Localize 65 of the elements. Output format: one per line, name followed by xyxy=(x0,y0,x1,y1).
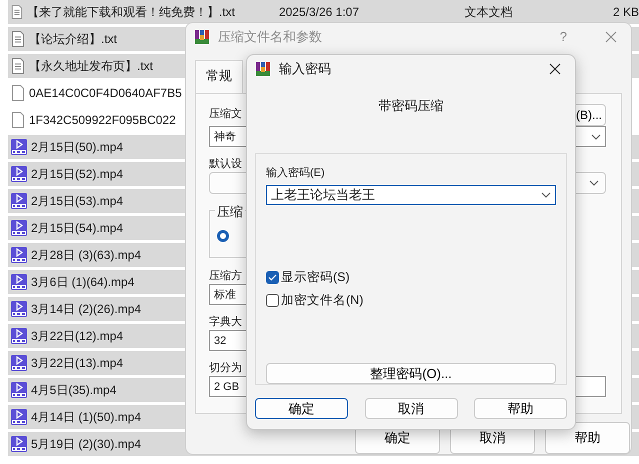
video-file-icon xyxy=(11,409,27,425)
text-file-icon xyxy=(11,31,25,47)
blank-file-icon xyxy=(11,85,25,101)
dialog-button[interactable]: 取消 xyxy=(364,398,458,419)
books-icon xyxy=(255,61,271,77)
file-name: 3月14日 (2)(26).mp4 xyxy=(31,301,142,317)
text-file-icon xyxy=(11,58,25,74)
file-name: 5月19日 (2)(30).mp4 xyxy=(31,436,142,452)
file-name: 【论坛介绍】.txt xyxy=(29,31,118,47)
books-icon xyxy=(194,28,210,45)
field-label: 默认设 xyxy=(209,156,242,172)
text-file-icon xyxy=(11,4,23,20)
file-name: 2月28日 (3)(63).mp4 xyxy=(31,247,142,263)
file-name: 4月14日 (1)(50).mp4 xyxy=(31,409,142,425)
chevron-icon xyxy=(589,180,599,186)
file-name: 2月15日(50).mp4 xyxy=(31,139,124,155)
video-file-icon xyxy=(11,355,27,371)
dialog-button[interactable]: 帮助 xyxy=(474,398,567,419)
file-date: 2025/3/26 1:07 xyxy=(278,5,360,19)
file-name: 1F342C509922F095BC022 xyxy=(29,112,177,128)
file-type: 文本文档 xyxy=(464,4,514,20)
window-title: 压缩文件名和参数 xyxy=(218,28,323,46)
file-name: 2月15日(53).mp4 xyxy=(31,193,124,209)
video-file-icon xyxy=(11,247,27,263)
checkbox[interactable]: 加密文件名(N) xyxy=(266,292,556,309)
radio-button[interactable] xyxy=(217,230,229,242)
blank-file-icon xyxy=(11,112,25,128)
field-label: 输入密码(E) xyxy=(266,166,325,182)
dialog-button[interactable]: 确定 xyxy=(255,398,348,419)
checkbox-box[interactable] xyxy=(266,271,279,284)
video-file-icon xyxy=(11,220,27,236)
field-label: 压缩方 xyxy=(209,268,242,284)
video-file-icon xyxy=(11,328,27,344)
field-label: 压缩文 xyxy=(209,106,242,122)
chevron-icon xyxy=(591,134,601,140)
field-label: 字典大 xyxy=(209,314,242,330)
file-name: 3月22日(12).mp4 xyxy=(31,328,124,344)
file-name: 【来了就能下载和观看！纯免费！】.txt xyxy=(26,4,235,20)
file-name: 2月15日(52).mp4 xyxy=(31,166,124,182)
checkbox-box[interactable] xyxy=(266,294,279,307)
chevron-icon xyxy=(541,192,551,198)
file-name: 2月15日(54).mp4 xyxy=(31,220,124,236)
file-name: 3月22日(13).mp4 xyxy=(31,355,124,371)
video-file-icon xyxy=(11,139,27,155)
video-file-icon xyxy=(11,436,27,452)
window-title: 输入密码 xyxy=(279,60,332,78)
video-file-icon xyxy=(11,382,27,398)
file-name: 0AE14C0C0F4D0640AF7B5 xyxy=(29,85,183,101)
file-name: 4月5日(35).mp4 xyxy=(31,382,118,398)
video-file-icon xyxy=(11,193,27,209)
tab[interactable]: 常规 xyxy=(195,60,243,94)
checkbox[interactable]: 显示密码(S) xyxy=(266,269,556,286)
dialog-button[interactable]: 帮助 xyxy=(545,422,630,454)
organize-passwords-button[interactable]: 整理密码(O)... xyxy=(266,363,556,384)
file-row[interactable]: 【来了就能下载和观看！纯免费！】.txt 2025/3/26 1:07 文本文档 2 KB xyxy=(8,0,639,24)
file-size: 2 KB xyxy=(612,5,639,19)
video-file-icon xyxy=(11,166,27,182)
video-file-icon xyxy=(11,301,27,317)
close-icon[interactable] xyxy=(549,63,561,75)
file-name: 3月6日 (1)(64).mp4 xyxy=(31,274,136,290)
field-label: 切分为 xyxy=(209,360,242,376)
video-file-icon xyxy=(11,274,27,290)
file-name: 【永久地址发布页】.txt xyxy=(29,58,154,74)
password-field[interactable]: 上老王论坛当老王 xyxy=(266,184,556,205)
dialog-heading: 带密码压缩 xyxy=(378,97,444,115)
